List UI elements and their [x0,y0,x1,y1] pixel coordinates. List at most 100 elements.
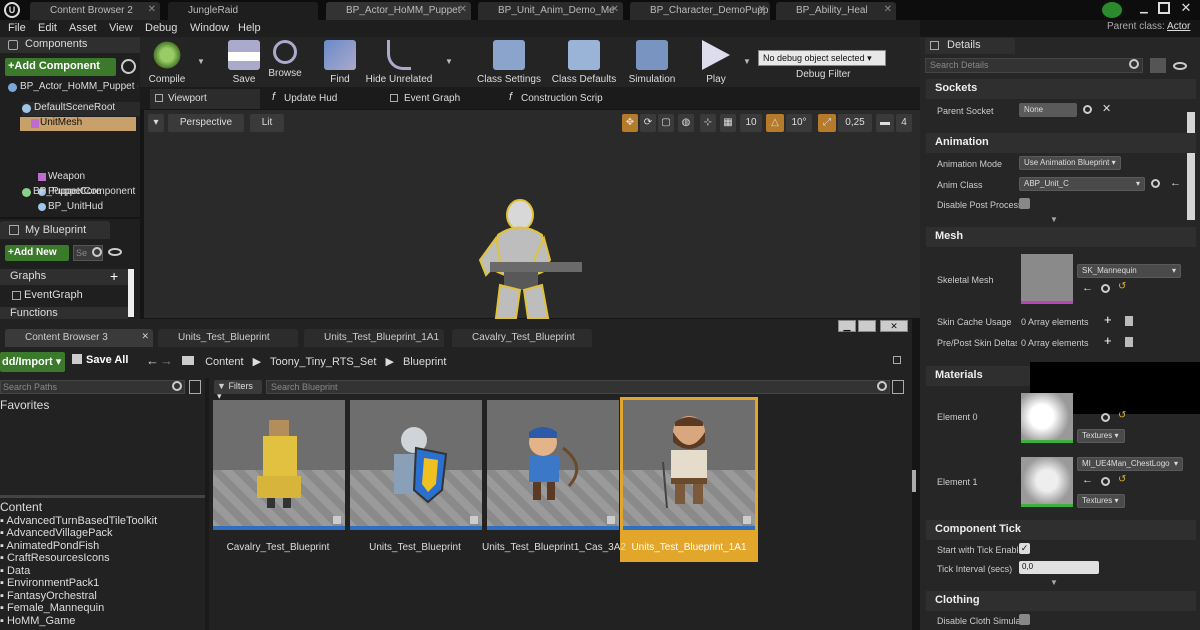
add-new-button[interactable]: +Add New [5,245,69,261]
play-button[interactable]: Play [686,40,746,85]
view-options-icon[interactable] [189,380,201,394]
component-tick-section[interactable]: Component Tick [926,520,1196,540]
folder-item[interactable]: ▪ Data [0,565,30,577]
world-local-icon[interactable]: ◍ [678,114,694,132]
browse-button[interactable]: Browse [255,40,315,79]
search-paths-input[interactable]: Search Paths [0,380,185,394]
close-icon[interactable]: ✕ [148,4,156,15]
content-label[interactable]: Content [0,500,42,514]
cb-close-icon[interactable]: ✕ [880,320,908,332]
tab-bp-actor-homm-puppet[interactable]: BP_Actor_HoMM_Puppet ✕ [326,2,471,20]
rotate-icon[interactable]: ⟳ [640,114,656,132]
asset-tile-selected[interactable] [623,400,755,530]
breadcrumb-content[interactable]: Content [205,356,244,368]
add-import-button[interactable]: dd/Import ▾ [0,352,65,372]
tab-units-test-blueprint-1a1[interactable]: Units_Test_Blueprint_1A1 [304,329,444,347]
anim-class-select[interactable]: ABP_Unit_C ▾ [1019,177,1145,191]
translate-icon[interactable]: ✥ [622,114,638,132]
sources-splitter[interactable] [205,378,209,630]
use-selected-arrow-icon[interactable]: ← [1082,282,1093,294]
rotation-snap-icon[interactable]: △ [766,114,784,132]
animation-section[interactable]: Animation [926,133,1196,153]
close-icon[interactable]: ✕ [459,4,467,15]
folder-item[interactable]: ▪ AdvancedTurnBasedTileToolkit [0,515,157,527]
menu-edit[interactable]: Edit [38,22,57,34]
eye-icon[interactable] [1173,62,1187,70]
rotation-snap-value[interactable]: 10° [786,114,812,132]
tree-item-bp-unithud[interactable]: BP_UnitHud [48,201,103,212]
viewport-options-button[interactable]: ▾ [148,114,164,132]
breadcrumb-blueprint[interactable]: Blueprint [403,356,446,368]
element-1-textures[interactable]: Textures ▾ [1077,494,1125,508]
asset-tile[interactable] [213,400,345,530]
asset-tile[interactable] [350,400,482,530]
search-icon[interactable] [1101,413,1110,422]
source-control-icon[interactable] [1100,0,1124,20]
search-icon[interactable] [1101,284,1110,293]
tab-update-hud[interactable]: Update Hud [266,89,386,109]
sockets-section[interactable]: Sockets [926,79,1196,99]
class-settings-button[interactable]: Class Settings [475,40,543,85]
tab-content-browser-2[interactable]: Content Browser 2 ✕ [30,2,160,20]
scale-snap-value[interactable]: 0,25 [838,114,872,132]
close-icon[interactable]: ✕ [141,331,149,342]
camera-speed-icon[interactable]: ▬ [876,114,894,132]
folder-item[interactable]: ▪ FantasyOrchestral [0,590,97,602]
tree-item-defaultsceneroot[interactable]: DefaultSceneRoot [22,102,140,116]
back-arrow-icon[interactable]: ← [146,353,159,368]
property-matrix-icon[interactable] [1150,58,1166,73]
expand-arrow-icon[interactable]: ▼ [1050,578,1058,587]
debug-object-select[interactable]: No debug object selected ▾ [758,50,886,66]
use-selected-arrow-icon[interactable]: ← [1170,177,1181,189]
view-options-icon[interactable] [892,380,904,394]
search-icon[interactable] [1101,477,1110,486]
class-defaults-button[interactable]: Class Defaults [550,40,618,85]
lit-button[interactable]: Lit [250,114,284,132]
reset-icon[interactable]: ↺ [1118,474,1126,485]
search-icon[interactable] [1083,105,1092,114]
close-icon[interactable]: ✕ [611,4,619,15]
asset-label[interactable]: Units_Test_Blueprint [345,542,485,553]
filters-button[interactable]: ▼ Filters ▾ [214,380,262,401]
graphs-header[interactable]: Graphs [0,269,128,285]
search-icon[interactable] [1151,179,1160,188]
tree-item-weapon[interactable]: Weapon [48,171,85,182]
expand-arrow-icon[interactable]: ▼ [1050,215,1058,224]
menu-debug[interactable]: Debug [145,22,177,34]
reset-icon[interactable]: ↺ [1118,410,1126,421]
breadcrumb-toony[interactable]: Toony_Tiny_RTS_Set [270,356,376,368]
folder-item[interactable]: ▪ Female_Mannequin [0,602,104,614]
close-icon[interactable]: ✕ [758,4,766,15]
tab-bp-ability-heal[interactable]: BP_Ability_Heal ✕ [776,2,896,20]
favorites-label[interactable]: Favorites [0,398,49,412]
menu-view[interactable]: View [109,22,133,34]
lock-icon[interactable] [893,356,901,364]
tab-cavalry-test-blueprint[interactable]: Cavalry_Test_Blueprint [452,329,592,347]
tab-bp-character-demo[interactable]: BP_Character_DemoPupp ✕ [630,2,770,20]
close-window-icon[interactable]: ✕ [1176,0,1196,16]
grid-snap-icon[interactable]: ▦ [720,114,736,132]
maximize-icon[interactable] [1158,2,1170,14]
element-1-select[interactable]: MI_UE4Man_ChestLogo ▾ [1077,457,1183,471]
clothing-section[interactable]: Clothing [926,591,1196,611]
folder-item[interactable]: ▪ EnvironmentPack1 [0,577,99,589]
reset-icon[interactable]: ↺ [1118,281,1126,292]
element-1-thumbnail[interactable] [1021,457,1073,507]
play-options-arrow-icon[interactable]: ▼ [743,57,751,66]
tab-content-browser-3[interactable]: Content Browser 3 ✕ [5,329,153,347]
delete-icon[interactable] [1125,316,1133,326]
hide-options-arrow-icon[interactable]: ▼ [445,57,453,66]
splitter-handle[interactable] [912,470,916,492]
camera-speed-value[interactable]: 4 [896,114,912,132]
add-graph-icon[interactable]: + [110,268,118,284]
add-component-button[interactable]: +Add Component [5,58,116,76]
save-all-button[interactable]: Save All [72,354,128,366]
search-icon[interactable] [172,381,182,391]
components-root-label[interactable]: BP_Actor_HoMM_Puppet ( [20,81,138,92]
tick-enabled-checkbox[interactable]: ✓ [1019,543,1030,554]
folder-item[interactable]: ▪ AdvancedVillagePack [0,527,113,539]
skeletal-mesh-thumbnail[interactable] [1021,254,1073,304]
tab-units-test-blueprint[interactable]: Units_Test_Blueprint [158,329,298,347]
skeletal-mesh-select[interactable]: SK_Mannequin ▾ [1077,264,1181,278]
search-icon[interactable] [121,59,136,74]
